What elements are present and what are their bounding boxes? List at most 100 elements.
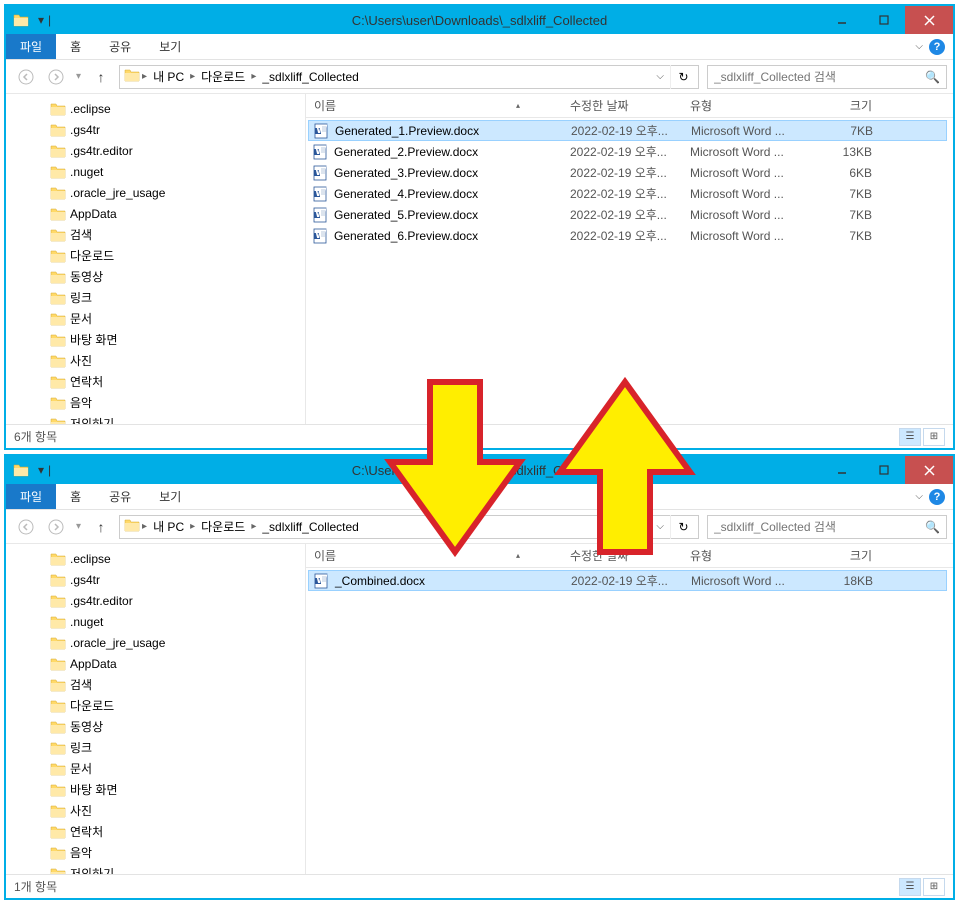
breadcrumb-item[interactable]: 다운로드 [197, 66, 249, 87]
tree-item[interactable]: 다운로드 [6, 695, 305, 716]
tree-item[interactable]: 검색 [6, 674, 305, 695]
tree-item[interactable]: 저의하기 [6, 413, 305, 424]
refresh-button[interactable]: ↻ [670, 515, 696, 539]
tree-item[interactable]: 문서 [6, 308, 305, 329]
close-button[interactable] [905, 6, 953, 34]
search-box[interactable]: 🔍 [707, 515, 947, 539]
tree-item[interactable]: .eclipse [6, 98, 305, 119]
tree-item[interactable]: 사진 [6, 350, 305, 371]
chevron-right-icon[interactable]: ▸ [251, 71, 256, 82]
column-headers[interactable]: 이름▴ 수정한 날짜 유형 크기 [306, 544, 953, 568]
tree-item[interactable]: 검색 [6, 224, 305, 245]
help-icon[interactable]: ? [929, 489, 945, 505]
tab-home[interactable]: 홈 [56, 34, 95, 59]
search-input[interactable] [714, 520, 925, 534]
tree-item[interactable]: 다운로드 [6, 245, 305, 266]
up-button[interactable]: ↑ [87, 515, 115, 539]
col-size[interactable]: 크기 [810, 97, 880, 114]
breadcrumb-item[interactable]: 내 PC [149, 66, 188, 87]
nav-tree[interactable]: .eclipse.gs4tr.gs4tr.editor.nuget.oracle… [6, 544, 306, 874]
close-button[interactable] [905, 456, 953, 484]
tab-home[interactable]: 홈 [56, 484, 95, 509]
tree-item[interactable]: 사진 [6, 800, 305, 821]
col-size[interactable]: 크기 [810, 547, 880, 564]
forward-button[interactable] [42, 515, 70, 539]
titlebar[interactable]: ▾ | C:\Users\user\Downloads\_sdlxliff_Co… [6, 456, 953, 484]
tree-item[interactable]: .oracle_jre_usage [6, 632, 305, 653]
tree-item[interactable]: .nuget [6, 611, 305, 632]
tree-item[interactable]: 음악 [6, 392, 305, 413]
chevron-down-icon[interactable]: ⌵ [915, 41, 923, 52]
tab-file[interactable]: 파일 [6, 484, 56, 509]
chevron-right-icon[interactable]: ▸ [142, 71, 147, 82]
col-date[interactable]: 수정한 날짜 [570, 547, 690, 564]
history-dropdown-icon[interactable]: ▾ [76, 71, 81, 82]
history-dropdown-icon[interactable]: ▾ [76, 521, 81, 532]
breadcrumb-item[interactable]: _sdlxliff_Collected [258, 518, 363, 536]
address-dropdown-icon[interactable]: ⌵ [656, 71, 664, 82]
file-row[interactable]: Generated_4.Preview.docx2022-02-19 오후...… [308, 183, 947, 204]
chevron-right-icon[interactable]: ▸ [190, 521, 195, 532]
tree-item[interactable]: 연락처 [6, 371, 305, 392]
tree-item[interactable]: 문서 [6, 758, 305, 779]
tree-item[interactable]: .eclipse [6, 548, 305, 569]
tab-view[interactable]: 보기 [145, 34, 195, 59]
tree-item[interactable]: .gs4tr.editor [6, 590, 305, 611]
back-button[interactable] [12, 65, 40, 89]
tree-item[interactable]: .nuget [6, 161, 305, 182]
refresh-button[interactable]: ↻ [670, 65, 696, 89]
search-icon[interactable]: 🔍 [925, 520, 940, 534]
up-button[interactable]: ↑ [87, 65, 115, 89]
tree-item[interactable]: 바탕 화면 [6, 329, 305, 350]
col-name[interactable]: 이름▴ [310, 547, 570, 564]
maximize-button[interactable] [863, 456, 905, 484]
tree-item[interactable]: 링크 [6, 737, 305, 758]
nav-tree[interactable]: .eclipse.gs4tr.gs4tr.editor.nuget.oracle… [6, 94, 306, 424]
tree-item[interactable]: AppData [6, 653, 305, 674]
address-dropdown-icon[interactable]: ⌵ [656, 521, 664, 532]
file-row[interactable]: Generated_3.Preview.docx2022-02-19 오후...… [308, 162, 947, 183]
details-view-button[interactable]: ☰ [899, 428, 921, 446]
tab-share[interactable]: 공유 [95, 34, 145, 59]
titlebar[interactable]: ▾ | C:\Users\user\Downloads\_sdlxliff_Co… [6, 6, 953, 34]
minimize-button[interactable] [821, 6, 863, 34]
tab-view[interactable]: 보기 [145, 484, 195, 509]
tree-item[interactable]: 동영상 [6, 716, 305, 737]
address-bar[interactable]: ▸ 내 PC ▸ 다운로드 ▸ _sdlxliff_Collected ⌵ ↻ [119, 65, 699, 89]
minimize-button[interactable] [821, 456, 863, 484]
col-type[interactable]: 유형 [690, 97, 810, 114]
forward-button[interactable] [42, 65, 70, 89]
chevron-right-icon[interactable]: ▸ [190, 71, 195, 82]
quick-access-dropdown-icon[interactable]: ▾ [38, 13, 44, 27]
quick-access-dropdown-icon[interactable]: ▾ [38, 463, 44, 477]
chevron-right-icon[interactable]: ▸ [251, 521, 256, 532]
file-row[interactable]: _Combined.docx2022-02-19 오후...Microsoft … [308, 570, 947, 591]
search-input[interactable] [714, 70, 925, 84]
search-box[interactable]: 🔍 [707, 65, 947, 89]
breadcrumb-item[interactable]: _sdlxliff_Collected [258, 68, 363, 86]
tree-item[interactable]: 링크 [6, 287, 305, 308]
tab-share[interactable]: 공유 [95, 484, 145, 509]
file-row[interactable]: Generated_2.Preview.docx2022-02-19 오후...… [308, 141, 947, 162]
col-date[interactable]: 수정한 날짜 [570, 97, 690, 114]
tree-item[interactable]: .gs4tr.editor [6, 140, 305, 161]
details-view-button[interactable]: ☰ [899, 878, 921, 896]
file-row[interactable]: Generated_1.Preview.docx2022-02-19 오후...… [308, 120, 947, 141]
breadcrumb-item[interactable]: 다운로드 [197, 516, 249, 537]
tree-item[interactable]: 연락처 [6, 821, 305, 842]
tab-file[interactable]: 파일 [6, 34, 56, 59]
back-button[interactable] [12, 515, 40, 539]
tree-item[interactable]: 동영상 [6, 266, 305, 287]
search-icon[interactable]: 🔍 [925, 70, 940, 84]
breadcrumb-item[interactable]: 내 PC [149, 516, 188, 537]
column-headers[interactable]: 이름▴ 수정한 날짜 유형 크기 [306, 94, 953, 118]
file-list[interactable]: Generated_1.Preview.docx2022-02-19 오후...… [306, 118, 953, 424]
col-type[interactable]: 유형 [690, 547, 810, 564]
icons-view-button[interactable]: ⊞ [923, 878, 945, 896]
tree-item[interactable]: .oracle_jre_usage [6, 182, 305, 203]
chevron-down-icon[interactable]: ⌵ [915, 491, 923, 502]
help-icon[interactable]: ? [929, 39, 945, 55]
chevron-right-icon[interactable]: ▸ [142, 521, 147, 532]
file-row[interactable]: Generated_6.Preview.docx2022-02-19 오후...… [308, 225, 947, 246]
col-name[interactable]: 이름▴ [310, 97, 570, 114]
